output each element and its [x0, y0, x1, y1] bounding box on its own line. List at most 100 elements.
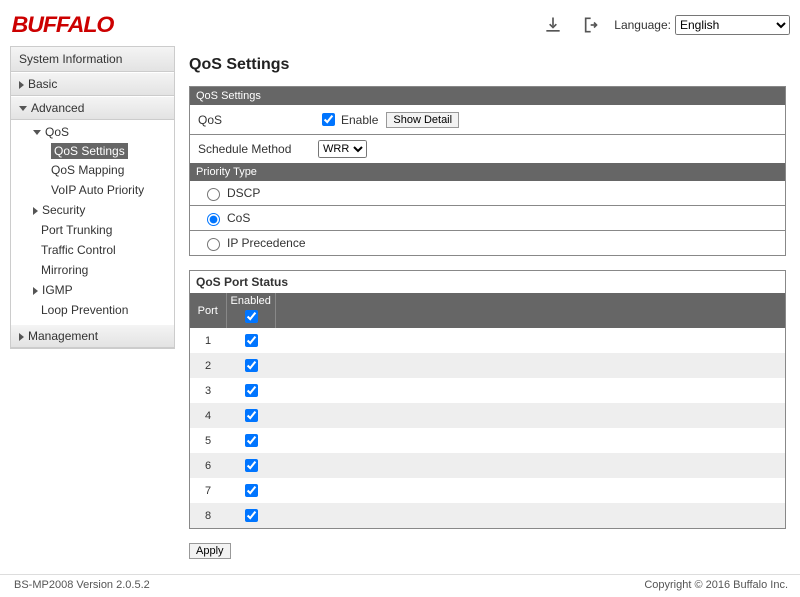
- sidebar-item-qos[interactable]: QoS: [11, 122, 174, 142]
- schedule-label: Schedule Method: [198, 142, 318, 156]
- table-row: 5: [190, 428, 785, 453]
- port-number-cell: 6: [190, 453, 226, 478]
- sidebar-section-advanced[interactable]: Advanced: [11, 96, 174, 120]
- blank-cell: [275, 378, 785, 403]
- language-label: Language:: [614, 18, 671, 32]
- port-enabled-cell: [226, 503, 275, 528]
- port-enabled-cell: [226, 378, 275, 403]
- priority-dscp-radio[interactable]: [207, 188, 220, 201]
- port-number-cell: 2: [190, 353, 226, 378]
- priority-cos-radio[interactable]: [207, 213, 220, 226]
- qos-enable-wrap[interactable]: Enable: [318, 110, 378, 129]
- port-enabled-checkbox[interactable]: [245, 359, 258, 372]
- priority-ipp-radio[interactable]: [207, 238, 220, 251]
- sidebar-item-traffic-control[interactable]: Traffic Control: [11, 240, 174, 260]
- table-row: 3: [190, 378, 785, 403]
- apply-button[interactable]: Apply: [189, 543, 231, 559]
- table-row: 1: [190, 328, 785, 353]
- th-port: Port: [190, 293, 226, 328]
- qos-label: QoS: [198, 113, 318, 127]
- download-icon[interactable]: [542, 14, 564, 36]
- language-select[interactable]: English: [675, 15, 790, 35]
- port-enabled-cell: [226, 328, 275, 353]
- sidebar-item-security[interactable]: Security: [11, 200, 174, 220]
- port-enabled-cell: [226, 428, 275, 453]
- sidebar-item-mirroring[interactable]: Mirroring: [11, 260, 174, 280]
- priority-ipp-row[interactable]: IP Precedence: [190, 231, 785, 255]
- sidebar-item-port-trunking[interactable]: Port Trunking: [11, 220, 174, 240]
- sidebar: System Information Basic Advanced QoS Qo…: [10, 46, 175, 349]
- footer-version: BS-MP2008 Version 2.0.5.2: [14, 579, 150, 591]
- port-enabled-cell: [226, 403, 275, 428]
- footer: BS-MP2008 Version 2.0.5.2 Copyright © 20…: [0, 574, 800, 597]
- sidebar-item-qos-settings[interactable]: QoS Settings: [51, 143, 128, 159]
- port-enabled-checkbox[interactable]: [245, 509, 258, 522]
- table-row: 4: [190, 403, 785, 428]
- table-row: 6: [190, 453, 785, 478]
- qos-enable-checkbox[interactable]: [322, 113, 335, 126]
- port-enabled-checkbox[interactable]: [245, 334, 258, 347]
- header-toolbar: Language: English: [542, 14, 790, 36]
- caret-right-icon: [19, 81, 24, 89]
- qos-enable-label: Enable: [341, 113, 378, 127]
- blank-cell: [275, 478, 785, 503]
- qos-port-status-panel: QoS Port Status Port Enabled 12345678: [189, 270, 786, 529]
- th-enabled: Enabled: [226, 293, 275, 328]
- header: BUFFALO Language: English: [0, 0, 800, 44]
- blank-cell: [275, 353, 785, 378]
- table-row: 7: [190, 478, 785, 503]
- caret-down-icon: [33, 130, 41, 135]
- priority-ipp-label: IP Precedence: [227, 236, 306, 250]
- show-detail-button[interactable]: Show Detail: [386, 112, 459, 128]
- port-enabled-checkbox[interactable]: [245, 484, 258, 497]
- logout-icon[interactable]: [578, 14, 600, 36]
- page-title: QoS Settings: [189, 56, 786, 74]
- schedule-method-select[interactable]: WRR: [318, 140, 367, 158]
- port-number-cell: 1: [190, 328, 226, 353]
- port-enabled-checkbox[interactable]: [245, 434, 258, 447]
- brand-logo: BUFFALO: [12, 12, 114, 38]
- th-blank: [275, 293, 785, 328]
- blank-cell: [275, 328, 785, 353]
- table-row: 2: [190, 353, 785, 378]
- blank-cell: [275, 428, 785, 453]
- port-number-cell: 7: [190, 478, 226, 503]
- caret-right-icon: [33, 287, 38, 295]
- priority-cos-row[interactable]: CoS: [190, 206, 785, 230]
- table-row: 8: [190, 503, 785, 528]
- sidebar-section-management[interactable]: Management: [11, 324, 174, 348]
- sidebar-item-label: IGMP: [42, 283, 73, 297]
- sidebar-section-label: Basic: [28, 77, 57, 91]
- qos-settings-panel: QoS Settings QoS Enable Show Detail Sche…: [189, 86, 786, 256]
- priority-type-header: Priority Type: [190, 163, 785, 181]
- sidebar-item-igmp[interactable]: IGMP: [11, 280, 174, 300]
- sidebar-section-label: Advanced: [31, 101, 84, 115]
- enable-all-checkbox[interactable]: [245, 310, 258, 323]
- port-enabled-checkbox[interactable]: [245, 409, 258, 422]
- caret-right-icon: [33, 207, 38, 215]
- port-enabled-checkbox[interactable]: [245, 459, 258, 472]
- port-enabled-cell: [226, 478, 275, 503]
- sidebar-item-qos-mapping[interactable]: QoS Mapping: [11, 160, 174, 180]
- sidebar-title[interactable]: System Information: [11, 47, 174, 72]
- priority-dscp-label: DSCP: [227, 186, 260, 200]
- port-enabled-cell: [226, 353, 275, 378]
- th-enabled-label: Enabled: [231, 295, 271, 307]
- sidebar-section-basic[interactable]: Basic: [11, 72, 174, 96]
- blank-cell: [275, 503, 785, 528]
- port-enabled-cell: [226, 453, 275, 478]
- caret-down-icon: [19, 106, 27, 111]
- port-number-cell: 8: [190, 503, 226, 528]
- port-number-cell: 4: [190, 403, 226, 428]
- sidebar-advanced-children: QoS QoS Settings QoS Mapping VoIP Auto P…: [11, 120, 174, 324]
- blank-cell: [275, 453, 785, 478]
- language-selector: Language: English: [614, 15, 790, 35]
- port-number-cell: 3: [190, 378, 226, 403]
- port-enabled-checkbox[interactable]: [245, 384, 258, 397]
- priority-dscp-row[interactable]: DSCP: [190, 181, 785, 205]
- sidebar-item-voip-auto-priority[interactable]: VoIP Auto Priority: [11, 180, 174, 200]
- priority-cos-label: CoS: [227, 211, 250, 225]
- port-number-cell: 5: [190, 428, 226, 453]
- sidebar-item-loop-prevention[interactable]: Loop Prevention: [11, 300, 174, 320]
- sidebar-item-label: Security: [42, 203, 85, 217]
